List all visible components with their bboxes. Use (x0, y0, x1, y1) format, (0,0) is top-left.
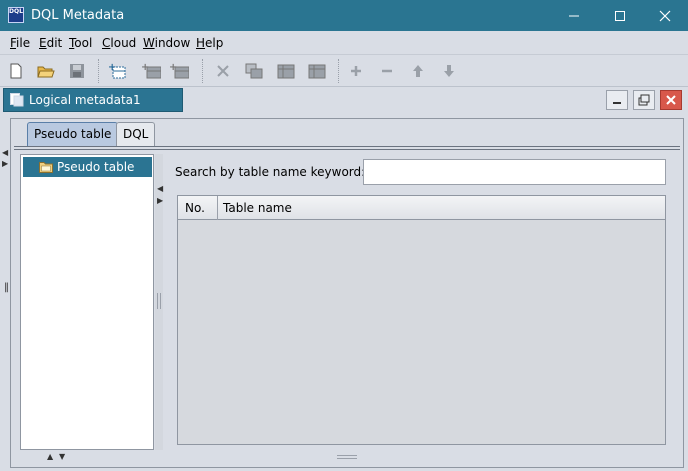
tab-dql-label: DQL (123, 127, 149, 141)
add-table-button[interactable]: + (141, 61, 161, 81)
move-down-icon (444, 65, 454, 77)
internal-minimize-button[interactable] (606, 90, 628, 110)
minimize-icon (613, 102, 621, 104)
tab-divider (14, 146, 680, 150)
restore-icon (638, 94, 650, 106)
search-input[interactable] (363, 159, 666, 185)
left-grip-icon[interactable]: ‖ (4, 282, 9, 293)
tree-item-label: Pseudo table (57, 160, 135, 174)
column-header-no[interactable]: No. (185, 201, 205, 215)
column-divider (217, 196, 218, 220)
table-2-button[interactable] (307, 61, 327, 81)
search-label: Search by table name keyword: (175, 165, 366, 179)
internal-restore-button[interactable] (633, 90, 655, 110)
svg-text:+: + (169, 62, 177, 73)
new-file-icon (10, 63, 22, 79)
table-header: No. Table name (178, 196, 665, 220)
scroll-down-icon[interactable]: ▼ (59, 452, 65, 461)
menu-window[interactable]: Window (143, 36, 190, 50)
open-button[interactable] (36, 61, 56, 81)
document-tab-title: Logical metadata1 (29, 93, 141, 107)
toolbar: + + + (0, 55, 688, 87)
copy-table-icon (245, 63, 263, 79)
title-bar: DQL DQL Metadata (0, 0, 688, 31)
collapse-left-icon[interactable]: ◀ (2, 148, 8, 157)
minimize-button[interactable] (551, 0, 597, 31)
app-icon-text: DQL (9, 8, 23, 15)
metadata-doc-icon (10, 93, 24, 107)
menu-edit[interactable]: Edit (39, 36, 62, 50)
folder-icon (39, 162, 53, 173)
plus-icon (351, 66, 361, 76)
close-icon (659, 10, 671, 21)
menu-file[interactable]: File (10, 36, 30, 50)
menu-tool[interactable]: Tool (69, 36, 92, 50)
tab-pseudo-table-label: Pseudo table (34, 127, 112, 141)
minus-icon (382, 69, 392, 73)
plus-button[interactable] (346, 61, 366, 81)
tree-item-pseudo-table[interactable]: Pseudo table (23, 157, 152, 177)
save-icon (70, 64, 84, 78)
splitter-right-icon[interactable]: ▶ (157, 196, 163, 205)
close-button[interactable] (642, 0, 688, 31)
tree-panel[interactable]: Pseudo table (20, 154, 154, 450)
minimize-icon (569, 15, 579, 16)
move-up-button[interactable] (408, 61, 428, 81)
table-list[interactable]: No. Table name (177, 195, 666, 445)
document-tab[interactable]: Logical metadata1 (3, 88, 183, 112)
internal-close-button[interactable] (660, 90, 682, 110)
add-table-2-button[interactable]: + (169, 61, 189, 81)
bottom-grip[interactable] (337, 455, 357, 459)
column-header-table-name[interactable]: Table name (223, 201, 292, 215)
open-folder-icon (37, 66, 55, 78)
add-pseudo-table-button[interactable]: + (108, 61, 128, 81)
add-table-icon: + (141, 62, 161, 79)
scroll-up-icon[interactable]: ▲ (47, 452, 53, 461)
menu-bar: File Edit Tool Cloud Window Help (0, 31, 688, 55)
delete-icon (217, 65, 229, 77)
delete-button[interactable] (213, 61, 233, 81)
splitter-grip[interactable] (157, 293, 161, 309)
svg-text:+: + (108, 62, 116, 73)
minus-button[interactable] (377, 61, 397, 81)
splitter-left-icon[interactable]: ◀ (157, 184, 163, 193)
add-pseudo-table-icon: + (108, 62, 126, 79)
expand-right-icon[interactable]: ▶ (2, 159, 8, 168)
maximize-button[interactable] (597, 0, 643, 31)
move-up-icon (413, 65, 423, 77)
move-down-button[interactable] (439, 61, 459, 81)
tab-pseudo-table[interactable]: Pseudo table (27, 122, 119, 146)
menu-cloud[interactable]: Cloud (102, 36, 136, 50)
svg-text:+: + (141, 62, 149, 73)
table-2-icon (308, 64, 326, 79)
window-title: DQL Metadata (31, 8, 125, 23)
add-table-2-icon: + (169, 62, 189, 79)
copy-table-button[interactable] (244, 61, 264, 81)
close-icon (666, 95, 676, 105)
tab-dql[interactable]: DQL (116, 122, 156, 146)
table-icon (277, 64, 295, 79)
new-file-button[interactable] (6, 61, 26, 81)
table-button[interactable] (276, 61, 296, 81)
menu-help[interactable]: Help (196, 36, 223, 50)
app-icon: DQL (8, 7, 24, 23)
save-button[interactable] (67, 61, 87, 81)
maximize-icon (615, 10, 625, 21)
